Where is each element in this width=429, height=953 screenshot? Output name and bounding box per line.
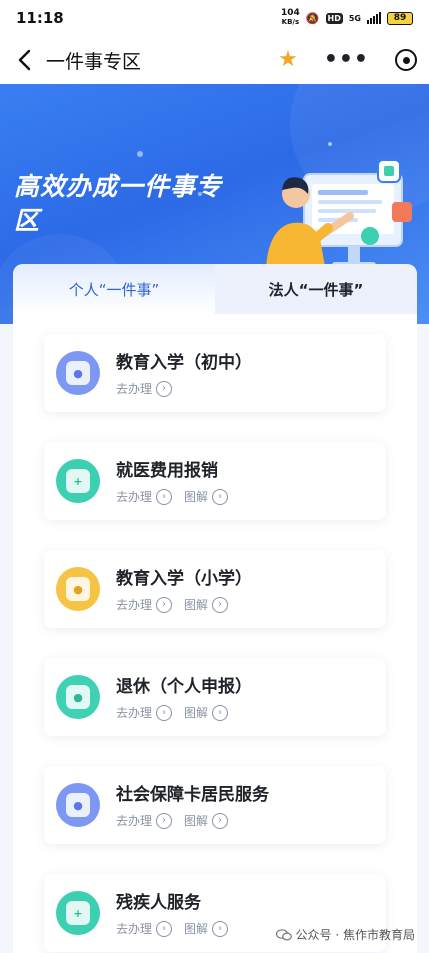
more-menu-icon[interactable]: ••• xyxy=(324,49,369,71)
watermark: 公众号 · 焦作市教育局 xyxy=(275,926,415,943)
retirement-icon: ● xyxy=(56,675,100,719)
page-title: 一件事专区 xyxy=(46,50,142,73)
chevron-right-icon: › xyxy=(156,488,173,505)
service-name: 残疾人服务 xyxy=(116,893,201,912)
battery-icon: 89 xyxy=(387,11,413,25)
nav-actions: ★ ••• xyxy=(278,49,417,71)
go-handle-link[interactable]: 去办理 › xyxy=(116,380,173,397)
go-handle-link[interactable]: 去办理 › xyxy=(116,704,173,721)
tab-corporate[interactable]: 法人“一件事” xyxy=(215,264,417,314)
hd-badge: HD xyxy=(325,12,343,24)
status-indicators: 104 KB/s 🔕 HD 5G 89 xyxy=(281,9,413,27)
illustrated-guide-link[interactable]: 图解 › xyxy=(184,812,229,829)
chevron-right-icon: › xyxy=(212,488,229,505)
service-name: 就医费用报销 xyxy=(116,461,218,480)
back-icon[interactable] xyxy=(12,48,36,72)
wechat-icon xyxy=(275,928,292,941)
go-handle-link[interactable]: 去办理 › xyxy=(116,920,173,937)
status-time: 11:18 xyxy=(16,9,64,27)
social-card-icon: ● xyxy=(56,783,100,827)
chevron-right-icon: › xyxy=(212,704,229,721)
chevron-right-icon: › xyxy=(212,920,229,937)
chevron-right-icon: › xyxy=(212,812,229,829)
network-speed: 104 KB/s xyxy=(281,8,300,27)
service-name: 退休（个人申报） xyxy=(116,677,252,696)
banner-title: 高效办成一件事专区 xyxy=(14,172,223,235)
illustrated-guide-link[interactable]: 图解 › xyxy=(184,704,229,721)
mute-icon: 🔕 xyxy=(305,11,320,25)
illustrated-guide-link[interactable]: 图解 › xyxy=(184,920,229,937)
chevron-right-icon: › xyxy=(156,920,173,937)
nav-bar: 一件事专区 ★ ••• xyxy=(0,36,429,84)
service-name: 社会保障卡居民服务 xyxy=(116,785,269,804)
go-handle-link[interactable]: 去办理 › xyxy=(116,812,173,829)
signal-icon xyxy=(367,12,381,24)
status-bar: 11:18 104 KB/s 🔕 HD 5G 89 xyxy=(0,0,429,36)
chevron-right-icon: › xyxy=(212,596,229,613)
education-icon: ● xyxy=(56,567,100,611)
service-name: 教育入学（初中） xyxy=(116,353,252,372)
go-handle-link[interactable]: 去办理 › xyxy=(116,488,173,505)
close-miniprogram-icon[interactable] xyxy=(395,49,417,71)
disability-icon: + xyxy=(56,891,100,935)
education-icon: ● xyxy=(56,351,100,395)
favorite-star-icon[interactable]: ★ xyxy=(278,49,298,71)
service-item-medical-reimbursement[interactable]: + 就医费用报销 去办理 › 图解 › xyxy=(44,442,386,520)
chevron-right-icon: › xyxy=(156,596,173,613)
illustrated-guide-link[interactable]: 图解 › xyxy=(184,488,229,505)
service-name: 教育入学（小学） xyxy=(116,569,252,588)
network-type: 5G xyxy=(348,13,361,23)
chevron-right-icon: › xyxy=(156,812,173,829)
service-item-retirement[interactable]: ● 退休（个人申报） 去办理 › 图解 › xyxy=(44,658,386,736)
service-item-education-primary[interactable]: ● 教育入学（小学） 去办理 › 图解 › xyxy=(44,550,386,628)
illustrated-guide-link[interactable]: 图解 › xyxy=(184,596,229,613)
chevron-right-icon: › xyxy=(156,704,173,721)
tab-personal[interactable]: 个人“一件事” xyxy=(13,264,215,314)
medical-icon: + xyxy=(56,459,100,503)
category-tabs: 个人“一件事” 法人“一件事” xyxy=(13,264,417,314)
service-item-education-junior[interactable]: ● 教育入学（初中） 去办理 › xyxy=(44,334,386,412)
service-item-social-security-card[interactable]: ● 社会保障卡居民服务 去办理 › 图解 › xyxy=(44,766,386,844)
service-card: 个人“一件事” 法人“一件事” ● 教育入学（初中） 去办理 › + 就医费用报… xyxy=(13,264,417,953)
chevron-right-icon: › xyxy=(156,380,173,397)
go-handle-link[interactable]: 去办理 › xyxy=(116,596,173,613)
